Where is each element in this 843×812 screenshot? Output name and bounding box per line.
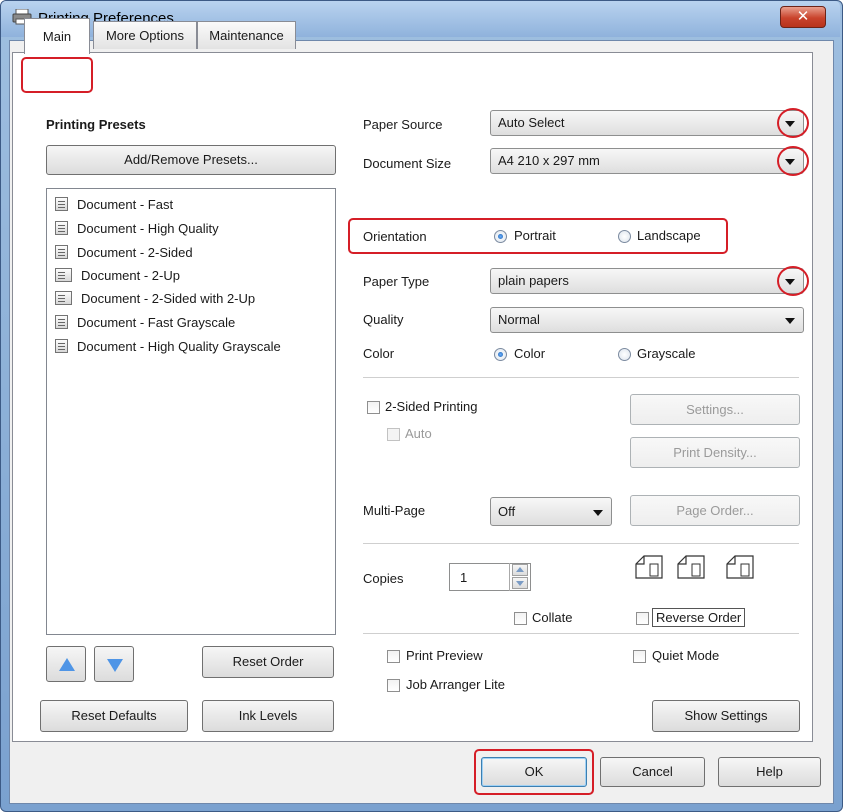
grayscale-option-label: Grayscale xyxy=(637,346,696,361)
highlight-paper-source-arrow xyxy=(777,108,809,138)
reverse-order-label: Reverse Order xyxy=(652,608,746,627)
job-arranger-checkbox[interactable] xyxy=(387,679,400,692)
separator xyxy=(363,633,799,634)
document-size-label: Document Size xyxy=(363,156,452,171)
portrait-radio[interactable] xyxy=(494,230,507,243)
two-sided-checkbox[interactable] xyxy=(367,401,380,414)
job-arranger-label: Job Arranger Lite xyxy=(406,677,506,692)
page-order-button[interactable]: Page Order... xyxy=(630,495,800,526)
move-down-button[interactable] xyxy=(94,646,134,682)
auto-label: Auto xyxy=(405,426,432,441)
quality-label: Quality xyxy=(363,312,404,327)
highlight-main-tab xyxy=(21,57,93,93)
list-item[interactable]: Document - Fast Grayscale xyxy=(55,312,235,332)
ink-levels-button[interactable]: Ink Levels xyxy=(202,700,334,732)
copy-order-2-icon xyxy=(677,555,705,579)
highlight-ok-button xyxy=(474,749,594,795)
separator xyxy=(363,543,799,544)
reset-order-button[interactable]: Reset Order xyxy=(202,646,334,678)
print-density-button[interactable]: Print Density... xyxy=(630,437,800,468)
list-item[interactable]: Document - 2-Sided xyxy=(55,242,193,262)
copy-order-3-icon xyxy=(726,555,754,579)
list-item[interactable]: Document - High Quality xyxy=(55,218,219,238)
tab-main[interactable]: Main xyxy=(24,18,90,54)
print-preview-checkbox[interactable] xyxy=(387,650,400,663)
tab-maintenance[interactable]: Maintenance xyxy=(197,21,296,49)
list-item[interactable]: Document - 2-Up xyxy=(55,265,180,285)
grayscale-radio[interactable] xyxy=(618,348,631,361)
highlight-paper-type-arrow xyxy=(777,266,809,296)
print-preview-label: Print Preview xyxy=(406,648,483,663)
paper-source-label: Paper Source xyxy=(363,117,443,132)
auto-checkbox[interactable] xyxy=(387,428,400,441)
paper-type-select[interactable]: plain papers xyxy=(490,268,804,294)
quality-select[interactable]: Normal xyxy=(490,307,804,333)
copies-label: Copies xyxy=(363,571,404,586)
landscape-radio[interactable] xyxy=(618,230,631,243)
multi-page-label: Multi-Page xyxy=(363,503,426,518)
grayscale-document-icon xyxy=(55,339,68,353)
landscape-label: Landscape xyxy=(637,228,701,243)
orientation-label: Orientation xyxy=(363,229,427,244)
two-up-icon xyxy=(55,268,72,282)
arrow-down-icon xyxy=(107,659,123,672)
quiet-mode-label: Quiet Mode xyxy=(652,648,720,663)
color-option-label: Color xyxy=(514,346,546,361)
copy-order-1-icon xyxy=(635,555,663,579)
multi-page-select[interactable]: Off xyxy=(490,497,612,526)
two-sided-two-up-icon xyxy=(55,291,72,305)
spin-up-icon[interactable] xyxy=(512,564,528,576)
quiet-mode-checkbox[interactable] xyxy=(633,650,646,663)
list-item[interactable]: Document - Fast xyxy=(55,194,173,214)
collate-checkbox[interactable] xyxy=(514,612,527,625)
reverse-order-checkbox[interactable] xyxy=(636,612,649,625)
arrow-up-icon xyxy=(59,658,75,671)
paper-type-label: Paper Type xyxy=(363,274,430,289)
collate-label: Collate xyxy=(532,610,573,625)
grayscale-document-icon xyxy=(55,315,68,329)
list-item[interactable]: Document - High Quality Grayscale xyxy=(55,336,281,356)
document-icon xyxy=(55,221,68,235)
tab-more-options[interactable]: More Options xyxy=(93,21,197,49)
copies-spinner[interactable] xyxy=(509,563,530,591)
paper-source-select[interactable]: Auto Select xyxy=(490,110,804,136)
document-icon xyxy=(55,197,68,211)
add-remove-presets-button[interactable]: Add/Remove Presets... xyxy=(46,145,336,175)
two-sided-label: 2-Sided Printing xyxy=(385,399,478,414)
color-radio[interactable] xyxy=(494,348,507,361)
close-button[interactable]: ✕ xyxy=(780,6,826,28)
color-label: Color xyxy=(363,346,395,361)
separator xyxy=(363,377,799,378)
portrait-label: Portrait xyxy=(514,228,556,243)
presets-list[interactable]: Document - Fast Document - High Quality … xyxy=(46,188,336,635)
show-settings-button[interactable]: Show Settings xyxy=(652,700,800,732)
two-sided-icon xyxy=(55,245,68,259)
two-sided-settings-button[interactable]: Settings... xyxy=(630,394,800,425)
chevron-down-icon xyxy=(785,318,795,324)
list-item[interactable]: Document - 2-Sided with 2-Up xyxy=(55,288,255,308)
chevron-down-icon xyxy=(593,510,603,516)
reset-defaults-button[interactable]: Reset Defaults xyxy=(40,700,188,732)
document-size-select[interactable]: A4 210 x 297 mm xyxy=(490,148,804,174)
spin-down-icon[interactable] xyxy=(512,577,528,589)
cancel-button[interactable]: Cancel xyxy=(600,757,705,787)
highlight-document-size-arrow xyxy=(777,146,809,176)
move-up-button[interactable] xyxy=(46,646,86,682)
help-button[interactable]: Help xyxy=(718,757,821,787)
presets-heading: Printing Presets xyxy=(46,117,146,132)
